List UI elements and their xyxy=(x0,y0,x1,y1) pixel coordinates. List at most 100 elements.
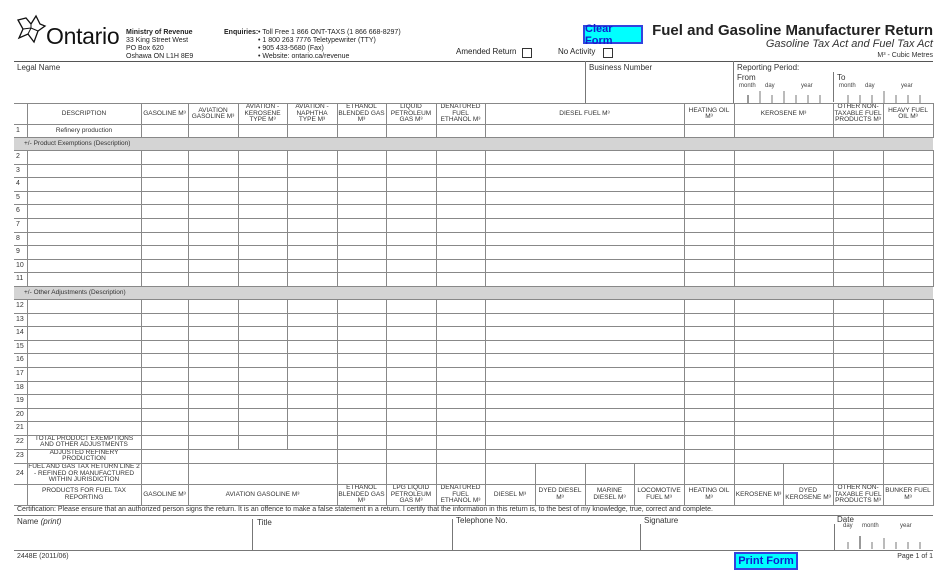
title-field[interactable] xyxy=(254,527,451,549)
input-cell[interactable] xyxy=(286,163,338,179)
input-cell[interactable] xyxy=(187,380,239,396)
input-cell[interactable] xyxy=(336,462,387,485)
input-cell[interactable] xyxy=(484,177,685,192)
input-cell[interactable] xyxy=(140,272,189,287)
input-cell[interactable] xyxy=(385,326,437,341)
input-cell[interactable] xyxy=(484,339,685,355)
input-cell[interactable] xyxy=(882,150,934,165)
input-cell[interactable] xyxy=(237,150,288,165)
input-cell[interactable] xyxy=(140,124,189,138)
input-cell[interactable] xyxy=(534,462,586,485)
description-input[interactable] xyxy=(26,298,142,314)
input-cell[interactable] xyxy=(683,326,735,341)
input-cell[interactable] xyxy=(140,298,189,314)
input-cell[interactable] xyxy=(484,272,685,287)
input-cell[interactable] xyxy=(832,272,884,287)
input-cell[interactable] xyxy=(733,217,834,233)
input-cell[interactable] xyxy=(683,448,735,464)
input-cell[interactable] xyxy=(484,421,685,436)
input-cell[interactable] xyxy=(140,258,189,274)
input-cell[interactable] xyxy=(385,421,437,436)
input-cell[interactable] xyxy=(484,353,685,368)
input-cell[interactable] xyxy=(336,217,387,233)
input-cell[interactable] xyxy=(882,312,934,328)
input-cell[interactable] xyxy=(385,150,437,165)
input-cell[interactable] xyxy=(237,245,288,260)
input-cell[interactable] xyxy=(237,272,288,287)
input-cell[interactable] xyxy=(484,407,685,423)
input-cell[interactable] xyxy=(832,231,884,247)
description-input[interactable] xyxy=(26,217,142,233)
input-cell[interactable] xyxy=(733,190,834,206)
input-cell[interactable] xyxy=(832,434,884,450)
input-cell[interactable] xyxy=(683,380,735,396)
input-cell[interactable] xyxy=(882,190,934,206)
input-cell[interactable] xyxy=(435,298,486,314)
input-cell[interactable] xyxy=(435,462,486,485)
description-input[interactable] xyxy=(26,312,142,328)
input-cell[interactable] xyxy=(385,298,437,314)
input-cell[interactable] xyxy=(435,231,486,247)
input-cell[interactable] xyxy=(237,353,288,368)
input-cell[interactable] xyxy=(140,177,189,192)
input-cell[interactable] xyxy=(286,326,338,341)
input-cell[interactable] xyxy=(237,258,288,274)
input-cell[interactable] xyxy=(435,380,486,396)
description-input[interactable] xyxy=(26,407,142,423)
input-cell[interactable] xyxy=(187,190,239,206)
input-cell[interactable] xyxy=(683,298,735,314)
input-cell[interactable] xyxy=(187,339,239,355)
input-cell[interactable] xyxy=(385,163,437,179)
input-cell[interactable] xyxy=(140,366,189,382)
input-cell[interactable] xyxy=(286,339,338,355)
input-cell[interactable] xyxy=(484,258,685,274)
description-input[interactable] xyxy=(26,245,142,260)
input-cell[interactable] xyxy=(832,353,884,368)
input-cell[interactable] xyxy=(385,124,437,138)
input-cell[interactable] xyxy=(435,258,486,274)
input-cell[interactable] xyxy=(435,190,486,206)
input-cell[interactable] xyxy=(237,407,288,423)
input-cell[interactable] xyxy=(336,312,387,328)
input-cell[interactable] xyxy=(484,434,685,450)
input-cell[interactable] xyxy=(733,353,834,368)
input-cell[interactable] xyxy=(882,204,934,219)
input-cell[interactable] xyxy=(187,217,239,233)
input-cell[interactable] xyxy=(435,394,486,409)
input-cell[interactable] xyxy=(336,204,387,219)
input-cell[interactable] xyxy=(733,231,834,247)
input-cell[interactable] xyxy=(286,150,338,165)
input-cell[interactable] xyxy=(237,326,288,341)
input-cell[interactable] xyxy=(484,245,685,260)
description-input[interactable] xyxy=(26,163,142,179)
input-cell[interactable] xyxy=(832,312,884,328)
input-cell[interactable] xyxy=(683,407,735,423)
input-cell[interactable] xyxy=(237,231,288,247)
input-cell[interactable] xyxy=(733,326,834,341)
no-activity-checkbox[interactable] xyxy=(603,48,613,58)
description-input[interactable] xyxy=(26,190,142,206)
name-field[interactable] xyxy=(14,527,251,549)
input-cell[interactable] xyxy=(187,163,239,179)
input-cell[interactable] xyxy=(832,298,884,314)
input-cell[interactable] xyxy=(187,407,239,423)
input-cell[interactable] xyxy=(336,298,387,314)
input-cell[interactable] xyxy=(237,312,288,328)
input-cell[interactable] xyxy=(882,394,934,409)
description-input[interactable] xyxy=(26,366,142,382)
input-cell[interactable] xyxy=(237,204,288,219)
input-cell[interactable] xyxy=(882,366,934,382)
input-cell[interactable] xyxy=(832,407,884,423)
input-cell[interactable] xyxy=(140,380,189,396)
input-cell[interactable] xyxy=(187,258,239,274)
input-cell[interactable] xyxy=(385,217,437,233)
input-cell[interactable] xyxy=(683,231,735,247)
input-cell[interactable] xyxy=(733,204,834,219)
input-cell[interactable] xyxy=(336,272,387,287)
input-cell[interactable] xyxy=(435,163,486,179)
input-cell[interactable] xyxy=(832,245,884,260)
input-cell[interactable] xyxy=(484,124,685,138)
input-cell[interactable] xyxy=(187,353,239,368)
input-cell[interactable] xyxy=(882,245,934,260)
input-cell[interactable] xyxy=(336,394,387,409)
